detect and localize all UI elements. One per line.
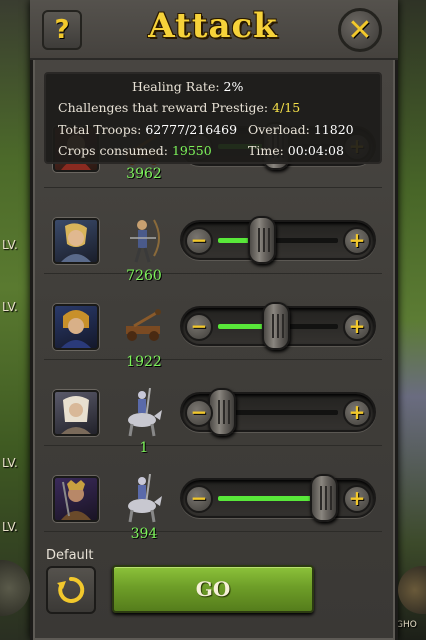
side-level-label: LV. xyxy=(2,456,18,470)
side-level-label: LV. xyxy=(2,238,18,252)
time-label: Time: xyxy=(248,143,284,158)
side-right-label: GHO xyxy=(396,620,417,630)
increase-button[interactable]: + xyxy=(343,227,371,255)
overload-label: Overload: xyxy=(248,122,310,137)
close-button[interactable]: ✕ xyxy=(338,8,382,52)
slider-knob[interactable] xyxy=(247,216,276,264)
total-troops-value: 62777/216469 xyxy=(145,122,238,137)
troop-slider[interactable]: − + xyxy=(180,474,376,522)
troop-slider[interactable]: − + xyxy=(180,302,376,350)
hero-portrait-icon[interactable] xyxy=(53,218,99,264)
increase-button[interactable]: + xyxy=(343,399,371,427)
total-troops-label: Total Troops: xyxy=(58,122,142,137)
troop-row: 394 − + xyxy=(44,446,382,542)
side-level-label: LV. xyxy=(2,300,18,314)
slider-track xyxy=(218,410,338,415)
troop-count: 394 xyxy=(130,526,158,542)
overload-line: Overload: 11820 xyxy=(248,122,354,137)
default-button[interactable] xyxy=(46,566,96,614)
healing-rate-line: Healing Rate: 2% xyxy=(132,79,243,94)
crops-line: Crops consumed: 19550 xyxy=(58,143,212,158)
troop-slider[interactable]: − + xyxy=(180,216,376,264)
side-level-label: LV. xyxy=(2,520,18,534)
slider-knob[interactable] xyxy=(262,302,290,350)
cavalry-icon xyxy=(120,473,166,523)
troop-count: 3962 xyxy=(126,166,162,182)
slider-knob[interactable] xyxy=(310,474,338,522)
troop-slider[interactable]: − + xyxy=(180,388,376,436)
time-line: Time: 00:04:08 xyxy=(248,143,344,158)
archer-icon xyxy=(120,216,166,263)
catapult-icon xyxy=(120,304,166,350)
close-icon: ✕ xyxy=(347,12,373,48)
troop-row: 7260 − + xyxy=(44,188,382,284)
cavalry-icon xyxy=(120,387,166,437)
reset-icon xyxy=(57,576,85,603)
challenges-line: Challenges that reward Prestige: 4/15 xyxy=(58,100,300,115)
time-value: 00:04:08 xyxy=(287,143,344,158)
decrease-button[interactable]: − xyxy=(185,485,213,513)
hero-portrait-icon[interactable] xyxy=(53,390,99,436)
hero-portrait-icon[interactable] xyxy=(53,476,99,522)
attack-info-box: Healing Rate: 2% Challenges that reward … xyxy=(44,72,382,164)
crops-value: 19550 xyxy=(171,143,212,158)
troop-row: 1 − + xyxy=(44,360,382,456)
crops-label: Crops consumed: xyxy=(58,143,168,158)
go-button[interactable]: GO xyxy=(112,565,314,613)
slider-fill xyxy=(218,496,320,501)
decrease-button[interactable]: − xyxy=(185,227,213,255)
increase-button[interactable]: + xyxy=(343,485,371,513)
healing-rate-value: 2% xyxy=(223,79,244,94)
slider-track xyxy=(218,238,338,243)
total-troops-line: Total Troops: 62777/216469 xyxy=(58,122,237,137)
troop-row: 1922 − + xyxy=(44,274,382,370)
hero-portrait-icon[interactable] xyxy=(53,304,99,350)
troop-list[interactable]: 3962 − + 7260 − + 1922 xyxy=(44,120,382,548)
default-label: Default xyxy=(46,548,94,563)
overload-value: 11820 xyxy=(313,122,354,137)
decrease-button[interactable]: − xyxy=(185,313,213,341)
challenges-label: Challenges that reward Prestige: xyxy=(58,100,269,115)
challenges-value: 4/15 xyxy=(272,100,301,115)
healing-rate-label: Healing Rate: xyxy=(132,79,220,94)
decrease-button[interactable]: − xyxy=(185,399,213,427)
increase-button[interactable]: + xyxy=(343,313,371,341)
